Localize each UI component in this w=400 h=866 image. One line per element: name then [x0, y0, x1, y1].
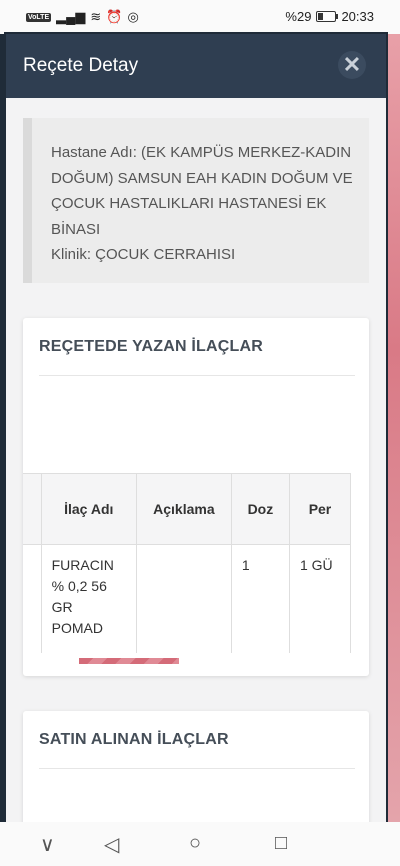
wifi-icon: ≋ [90, 9, 102, 24]
signal-icon: ▂▄▆ [56, 9, 86, 24]
column-header-drug-name: İlaç Adı [40, 473, 137, 545]
table-cell-dose: 1 [230, 544, 290, 653]
prescribed-drugs-title: REÇETEDE YAZAN İLAÇLAR [39, 338, 263, 355]
hospital-info-box: Hastane Adı: (EK KAMPÜS MERKEZ-KADIN DOĞ… [23, 118, 369, 283]
table-cell [23, 544, 42, 653]
prescribed-drugs-card: REÇETEDE YAZAN İLAÇLAR İlaç Adı Açıklama… [23, 318, 369, 676]
horizontal-scrollbar[interactable] [79, 658, 179, 664]
hospital-name: Hastane Adı: (EK KAMPÜS MERKEZ-KADIN DOĞ… [51, 144, 353, 238]
table-cell-period: 1 GÜ [288, 544, 352, 653]
back-icon[interactable]: ◁ [104, 832, 119, 857]
home-icon[interactable]: ○ [189, 832, 201, 855]
modal-header: Reçete Detay ✕ [6, 34, 386, 98]
drug-table: İlaç Adı Açıklama Doz Per FURACIN % 0,2 … [23, 473, 352, 653]
background-right-edge [386, 34, 400, 822]
close-icon: ✕ [342, 52, 362, 77]
table-row: FURACIN % 0,2 56 GR POMAD 1 1 GÜ [23, 544, 352, 653]
status-right: %29 20:33 [285, 9, 374, 24]
recent-apps-icon[interactable]: □ [275, 832, 287, 855]
battery-percent: %29 [285, 9, 312, 24]
system-nav-bar: ∨ ◁ ○ □ [0, 822, 400, 866]
prescription-detail-modal: Reçete Detay ✕ Hastane Adı: (EK KAMPÜS M… [6, 34, 386, 822]
notification-icon: ◎ [127, 9, 139, 24]
clinic-name: Klinik: ÇOCUK CERRAHISI [51, 246, 236, 263]
battery-icon [316, 11, 339, 22]
card-divider [39, 375, 355, 376]
chevron-down-icon[interactable]: ∨ [40, 832, 55, 857]
alarm-icon: ⏰ [106, 9, 123, 24]
clock: 20:33 [341, 9, 374, 24]
purchased-drugs-title: SATIN ALINAN İLAÇLAR [39, 731, 229, 748]
column-header-dose: Doz [230, 473, 290, 545]
purchased-drugs-card: SATIN ALINAN İLAÇLAR [23, 711, 369, 822]
table-header-row: İlaç Adı Açıklama Doz Per [23, 473, 352, 545]
table-cell-description [135, 544, 232, 653]
status-left: VoLTE ▂▄▆ ≋ ⏰ ◎ [26, 9, 139, 25]
modal-title: Reçete Detay [23, 55, 139, 76]
column-header-period: Per [288, 473, 352, 545]
card-divider [39, 768, 355, 769]
status-bar: VoLTE ▂▄▆ ≋ ⏰ ◎ %29 20:33 [0, 0, 400, 34]
table-cell-drug-name: FURACIN % 0,2 56 GR POMAD [40, 544, 137, 653]
column-header-description: Açıklama [135, 473, 232, 545]
volte-icon: VoLTE [26, 12, 52, 22]
close-button[interactable]: ✕ [338, 51, 366, 79]
column-header [23, 473, 42, 545]
drug-table-scroll[interactable]: İlaç Adı Açıklama Doz Per FURACIN % 0,2 … [23, 473, 369, 653]
modal-body[interactable]: Hastane Adı: (EK KAMPÜS MERKEZ-KADIN DOĞ… [6, 98, 386, 822]
